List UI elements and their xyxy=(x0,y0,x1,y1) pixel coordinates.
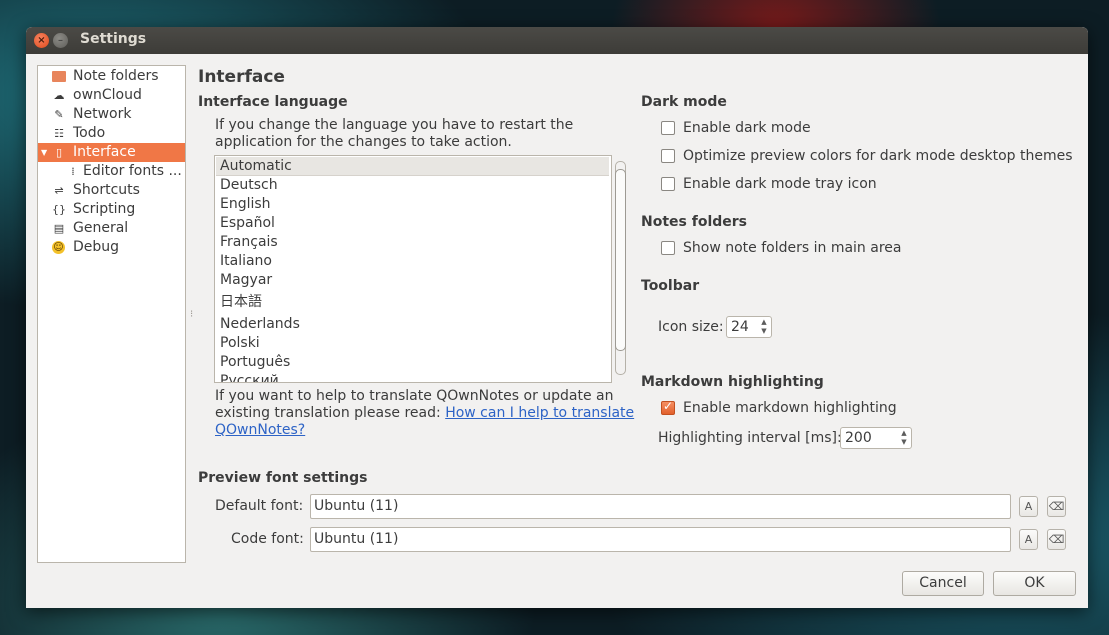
language-option[interactable]: Italiano xyxy=(216,252,609,271)
scripting-icon: {} xyxy=(52,203,66,216)
page-title: Interface xyxy=(198,67,285,87)
spin-arrows-icon[interactable]: ▲ ▼ xyxy=(759,318,769,336)
editor-fonts-icon: ⁞ xyxy=(71,165,75,178)
close-icon[interactable]: × xyxy=(34,33,49,48)
language-list[interactable]: Automatic Deutsch English Español França… xyxy=(214,155,612,383)
interface-language-heading: Interface language xyxy=(198,94,348,110)
language-option[interactable]: Português xyxy=(216,353,609,372)
language-option[interactable]: Automatic xyxy=(216,157,609,176)
code-font-field[interactable]: Ubuntu (11) xyxy=(310,527,1011,552)
highlighting-interval-value: 200 xyxy=(845,430,872,446)
dark-mode-tray-icon-label[interactable]: Enable dark mode tray icon xyxy=(683,176,877,192)
font-icon: A xyxy=(1024,500,1033,513)
language-option[interactable]: Magyar xyxy=(216,271,609,290)
reset-default-font-button[interactable]: ⌫ xyxy=(1047,496,1066,517)
sidebar-item-todo[interactable]: ☷ Todo xyxy=(38,124,185,143)
language-option[interactable]: Español xyxy=(216,214,609,233)
enable-markdown-highlighting-label[interactable]: Enable markdown highlighting xyxy=(683,400,897,416)
translate-help-link-continued[interactable]: QOwnNotes? xyxy=(215,422,305,438)
highlighting-interval-label: Highlighting interval [ms]: xyxy=(658,430,842,446)
language-option[interactable]: Русский xyxy=(216,372,609,382)
network-icon: ✎ xyxy=(54,108,64,121)
optimize-preview-colors-checkbox[interactable] xyxy=(661,149,675,163)
sidebar-item-general[interactable]: ▤ General xyxy=(38,219,185,238)
choose-code-font-button[interactable]: A xyxy=(1019,529,1038,550)
language-list-scrollbar[interactable] xyxy=(612,155,626,381)
sidebar-item-network[interactable]: ✎ Network xyxy=(38,105,185,124)
spin-arrows-icon[interactable]: ▲ ▼ xyxy=(899,429,909,447)
icon-size-spinbox[interactable]: 24 ▲ ▼ xyxy=(726,316,772,338)
sidebar-item-interface[interactable]: ▼ ▯ Interface xyxy=(38,143,185,162)
sidebar-item-editor-fonts[interactable]: ⁞ Editor fonts ... xyxy=(38,162,185,181)
clear-icon: ⌫ xyxy=(1048,533,1065,546)
icon-size-label: Icon size: xyxy=(658,319,724,335)
sidebar-item-owncloud[interactable]: ☁ ownCloud xyxy=(38,86,185,105)
translate-help-link[interactable]: How can I help to translate xyxy=(445,405,634,421)
ok-button[interactable]: OK xyxy=(993,571,1076,596)
translate-help-prefix: existing translation please read: xyxy=(215,405,446,421)
default-font-label: Default font: xyxy=(215,498,304,514)
language-option[interactable]: Polski xyxy=(216,334,609,353)
choose-default-font-button[interactable]: A xyxy=(1019,496,1038,517)
clear-icon: ⌫ xyxy=(1048,500,1065,513)
language-option[interactable]: Français xyxy=(216,233,609,252)
interface-icon: ▯ xyxy=(55,146,63,159)
settings-sidebar: Note folders ☁ ownCloud ✎ Network ☷ Todo… xyxy=(37,65,186,563)
splitter-grip-icon[interactable]: ⁝ xyxy=(190,309,193,320)
minimize-icon[interactable]: – xyxy=(53,33,68,48)
sidebar-item-debug[interactable]: ☺ Debug xyxy=(38,238,185,257)
cancel-button[interactable]: Cancel xyxy=(902,571,984,596)
enable-markdown-highlighting-checkbox[interactable] xyxy=(661,399,675,415)
general-icon: ▤ xyxy=(53,222,65,235)
dark-mode-heading: Dark mode xyxy=(641,94,727,110)
window-title: Settings xyxy=(80,31,147,47)
debug-icon: ☺ xyxy=(52,241,65,254)
sidebar-item-note-folders[interactable]: Note folders xyxy=(38,67,185,86)
translate-help-line2: existing translation please read: How ca… xyxy=(215,405,634,421)
code-font-value: Ubuntu (11) xyxy=(314,531,399,547)
sidebar-item-scripting[interactable]: {} Scripting xyxy=(38,200,185,219)
todo-icon: ☷ xyxy=(54,127,64,140)
highlighting-interval-spinbox[interactable]: 200 ▲ ▼ xyxy=(840,427,912,449)
default-font-field[interactable]: Ubuntu (11) xyxy=(310,494,1011,519)
sidebar-item-shortcuts[interactable]: ⇌ Shortcuts xyxy=(38,181,185,200)
notes-folders-heading: Notes folders xyxy=(641,214,747,230)
expand-arrow-icon[interactable]: ▼ xyxy=(41,143,47,162)
preview-font-heading: Preview font settings xyxy=(198,470,368,486)
enable-dark-mode-label[interactable]: Enable dark mode xyxy=(683,120,811,136)
language-option[interactable]: 日本語 xyxy=(216,293,609,312)
language-option[interactable]: Nederlands xyxy=(216,315,609,334)
enable-dark-mode-checkbox[interactable] xyxy=(661,121,675,135)
code-font-label: Code font: xyxy=(231,531,304,547)
icon-size-value: 24 xyxy=(731,319,749,335)
scrollbar-thumb[interactable] xyxy=(615,169,626,351)
folder-icon xyxy=(52,71,66,82)
translate-help-line1: If you want to help to translate QOwnNot… xyxy=(215,388,614,404)
toolbar-heading: Toolbar xyxy=(641,278,700,294)
language-note-line2: application for the changes to take acti… xyxy=(215,134,512,150)
default-font-value: Ubuntu (11) xyxy=(314,498,399,514)
settings-window: × – Settings Note folders ☁ ownCloud ✎ N… xyxy=(26,27,1088,608)
language-note-line1: If you change the language you have to r… xyxy=(215,117,574,133)
language-option[interactable]: English xyxy=(216,195,609,214)
font-icon: A xyxy=(1024,533,1033,546)
dark-mode-tray-icon-checkbox[interactable] xyxy=(661,177,675,191)
optimize-preview-colors-label[interactable]: Optimize preview colors for dark mode de… xyxy=(683,148,1073,164)
shortcuts-icon: ⇌ xyxy=(54,184,64,197)
markdown-highlighting-heading: Markdown highlighting xyxy=(641,374,824,390)
title-bar: × – Settings xyxy=(26,27,1088,54)
cloud-icon: ☁ xyxy=(53,89,65,102)
show-note-folders-checkbox[interactable] xyxy=(661,241,675,255)
reset-code-font-button[interactable]: ⌫ xyxy=(1047,529,1066,550)
show-note-folders-label[interactable]: Show note folders in main area xyxy=(683,240,901,256)
language-option[interactable]: Deutsch xyxy=(216,176,609,195)
